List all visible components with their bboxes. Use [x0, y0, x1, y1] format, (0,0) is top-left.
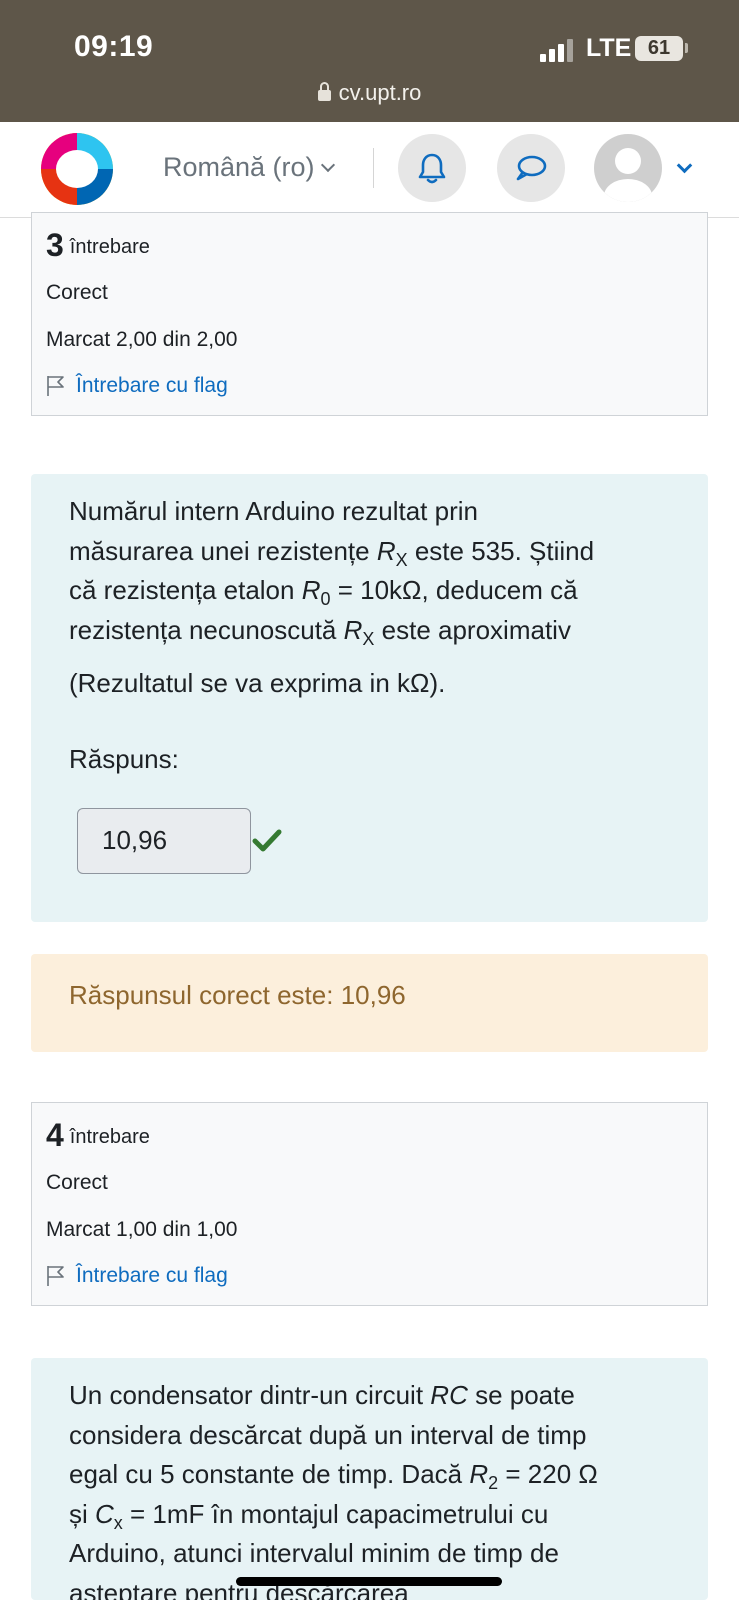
flag-label: Întrebare cu flag — [76, 374, 228, 397]
url-text: cv.upt.ro — [338, 80, 422, 105]
network-type: LTE — [586, 34, 632, 62]
navbar: Română (ro) — [0, 122, 739, 218]
navbar-divider — [373, 148, 374, 188]
language-selector[interactable]: Română (ro) — [163, 152, 335, 183]
logo-icon[interactable] — [36, 128, 118, 210]
notifications-button[interactable] — [398, 134, 466, 202]
flag-question-link[interactable]: Întrebare cu flag — [46, 374, 228, 398]
right-answer-feedback: Răspunsul corect este: 10,96 — [31, 954, 708, 1052]
battery-icon: 61 — [635, 36, 683, 61]
question-formulation: Un condensator dintr-un circuit RC se po… — [31, 1358, 708, 1600]
signal-icon — [540, 38, 576, 62]
messages-button[interactable] — [497, 134, 565, 202]
language-label: Română (ro) — [163, 152, 315, 182]
answer-input[interactable]: 10,96 — [77, 808, 251, 874]
question-state: Corect — [46, 1171, 108, 1194]
question-info: 4 întrebare Corect Marcat 1,00 din 1,00 Î… — [31, 1102, 708, 1306]
right-answer-text: Răspunsul corect este: 10,96 — [69, 980, 406, 1010]
question-number: 4 întrebare — [46, 1117, 150, 1153]
question-grade: Marcat 2,00 din 2,00 — [46, 328, 238, 351]
home-indicator[interactable] — [236, 1577, 502, 1586]
check-icon — [252, 829, 282, 852]
bell-icon — [418, 153, 446, 184]
question-text: Un condensator dintr-un circuit RC se po… — [69, 1380, 598, 1600]
avatar-silhouette — [604, 148, 652, 202]
question-text: Numărul intern Arduino rezultat prin măs… — [69, 496, 595, 698]
flag-icon — [47, 1266, 64, 1286]
user-avatar-icon[interactable] — [594, 134, 662, 202]
flag-question-link[interactable]: Întrebare cu flag — [46, 1264, 228, 1288]
chevron-down-icon — [320, 157, 335, 173]
question-info: 3 întrebare Corect Marcat 2,00 din 2,00 Î… — [31, 212, 708, 416]
flag-label: Întrebare cu flag — [76, 1264, 228, 1287]
lock-icon — [317, 82, 331, 101]
question-state: Corect — [46, 281, 108, 304]
battery-tip — [685, 43, 688, 53]
status-time: 09:19 — [74, 30, 154, 63]
chat-icon — [516, 155, 547, 181]
answer-label: Răspuns: — [69, 744, 179, 774]
flag-icon — [47, 376, 64, 396]
address-bar[interactable]: cv.upt.ro — [0, 80, 739, 106]
chevron-down-icon[interactable] — [676, 157, 693, 174]
question-formulation: Numărul intern Arduino rezultat prin măs… — [31, 474, 708, 922]
status-bar: 09:19 LTE 61 cv.upt.ro — [0, 0, 739, 122]
question-number: 3 întrebare — [46, 227, 150, 263]
question-grade: Marcat 1,00 din 1,00 — [46, 1218, 238, 1241]
